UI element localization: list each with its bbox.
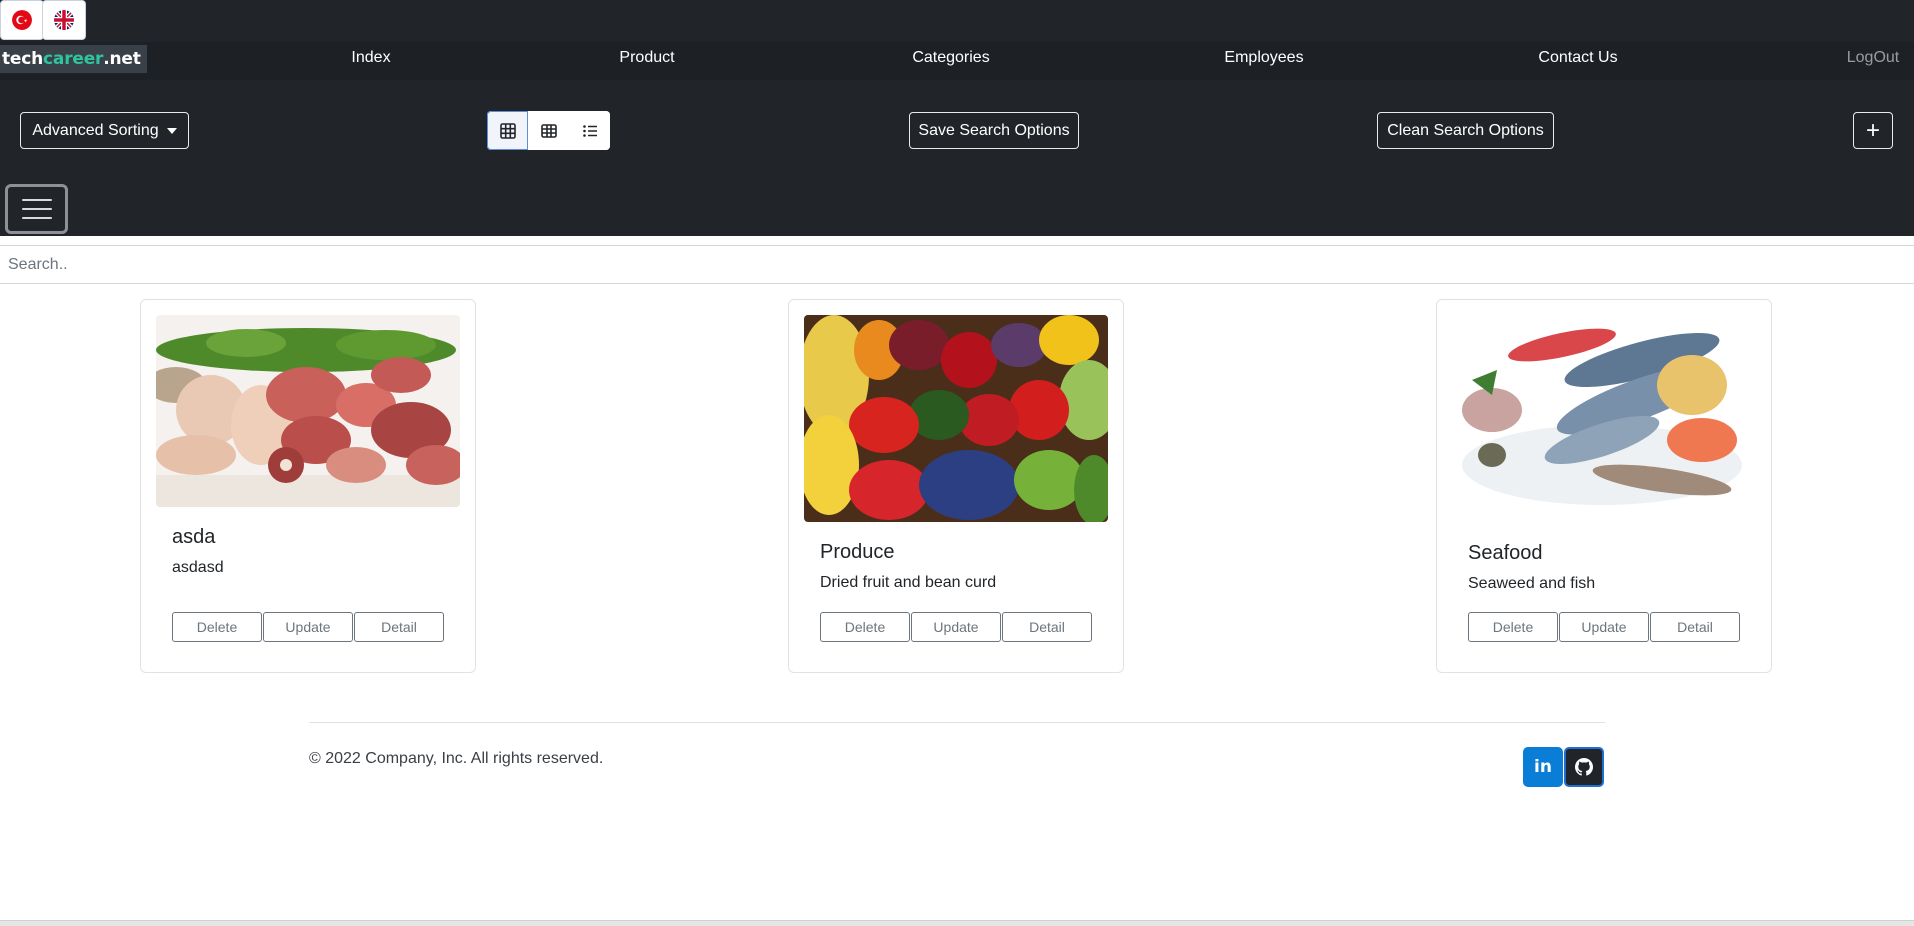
hamburger-line bbox=[21, 217, 52, 219]
meat-photo bbox=[156, 315, 460, 507]
caret-down-icon bbox=[166, 127, 177, 134]
detail-button[interactable]: Detail bbox=[354, 612, 444, 642]
produce-photo bbox=[804, 315, 1108, 522]
detail-button[interactable]: Detail bbox=[1650, 612, 1740, 642]
github-button[interactable] bbox=[1564, 747, 1604, 787]
category-name: asda bbox=[172, 526, 216, 548]
nav-link-logout[interactable]: LogOut bbox=[1847, 49, 1899, 67]
card-action-group: Delete Update Detail bbox=[820, 612, 1092, 642]
advanced-sorting-dropdown[interactable]: Advanced Sorting bbox=[20, 112, 189, 149]
linkedin-button[interactable]: in bbox=[1523, 747, 1563, 787]
clean-search-options-button[interactable]: Clean Search Options bbox=[1377, 112, 1554, 149]
github-icon bbox=[1575, 758, 1593, 776]
card-action-group: Delete Update Detail bbox=[1468, 612, 1740, 642]
language-turkish-button[interactable] bbox=[0, 0, 44, 40]
list-icon bbox=[582, 124, 597, 137]
category-card: asda asdasd Delete Update Detail bbox=[140, 299, 476, 673]
detail-button[interactable]: Detail bbox=[1002, 612, 1092, 642]
view-mode-toggle-group bbox=[487, 111, 610, 150]
seafood-photo bbox=[1452, 315, 1756, 523]
top-navbar: tech career .net Index Product Categories … bbox=[0, 0, 1914, 236]
view-grid-large-button[interactable] bbox=[487, 111, 528, 150]
category-description: Dried fruit and bean curd bbox=[820, 574, 997, 591]
linkedin-icon: in bbox=[1534, 757, 1552, 777]
footer-divider bbox=[309, 722, 1605, 723]
grid-small-icon bbox=[540, 123, 557, 138]
search-input[interactable] bbox=[0, 245, 1914, 284]
delete-button[interactable]: Delete bbox=[1468, 612, 1558, 642]
brand-part-tech: tech bbox=[2, 49, 44, 69]
category-image-seafood bbox=[1452, 315, 1756, 523]
category-image-produce bbox=[804, 315, 1108, 522]
update-button[interactable]: Update bbox=[1559, 612, 1649, 642]
category-description: Seaweed and fish bbox=[1468, 575, 1596, 592]
brand-part-career: career bbox=[43, 49, 104, 69]
horizontal-scrollbar[interactable] bbox=[0, 920, 1914, 926]
category-name: Seafood bbox=[1468, 542, 1543, 564]
nav-link-index[interactable]: Index bbox=[351, 49, 390, 67]
save-search-options-button[interactable]: Save Search Options bbox=[909, 112, 1079, 149]
brand-part-net: .net bbox=[103, 49, 141, 69]
delete-button[interactable]: Delete bbox=[172, 612, 262, 642]
nav-link-categories[interactable]: Categories bbox=[912, 49, 989, 67]
brand-logo[interactable]: tech career .net bbox=[0, 45, 147, 73]
view-list-button[interactable] bbox=[569, 111, 610, 150]
update-button[interactable]: Update bbox=[263, 612, 353, 642]
nav-link-contact-us[interactable]: Contact Us bbox=[1538, 49, 1617, 67]
hamburger-line bbox=[21, 199, 52, 201]
advanced-sorting-label: Advanced Sorting bbox=[32, 121, 159, 139]
sidebar-toggle-button[interactable] bbox=[5, 184, 68, 234]
category-description: asdasd bbox=[172, 559, 224, 576]
add-category-button[interactable]: + bbox=[1853, 112, 1893, 149]
language-english-button[interactable] bbox=[42, 0, 86, 40]
category-card: Produce Dried fruit and bean curd Delete… bbox=[788, 299, 1124, 673]
nav-link-employees[interactable]: Employees bbox=[1224, 49, 1303, 67]
view-grid-small-button[interactable] bbox=[528, 111, 569, 150]
turkey-flag-icon bbox=[12, 10, 32, 30]
uk-flag-icon bbox=[54, 10, 74, 30]
category-image-meat bbox=[156, 315, 460, 507]
delete-button[interactable]: Delete bbox=[820, 612, 910, 642]
nav-link-product[interactable]: Product bbox=[619, 49, 674, 67]
plus-icon: + bbox=[1865, 116, 1880, 144]
category-card: Seafood Seaweed and fish Delete Update D… bbox=[1436, 299, 1772, 673]
grid-large-icon bbox=[499, 122, 516, 139]
footer-copyright: © 2022 Company, Inc. All rights reserved… bbox=[309, 750, 604, 767]
update-button[interactable]: Update bbox=[911, 612, 1001, 642]
category-name: Produce bbox=[820, 541, 895, 563]
card-action-group: Delete Update Detail bbox=[172, 612, 444, 642]
hamburger-line bbox=[21, 208, 52, 210]
